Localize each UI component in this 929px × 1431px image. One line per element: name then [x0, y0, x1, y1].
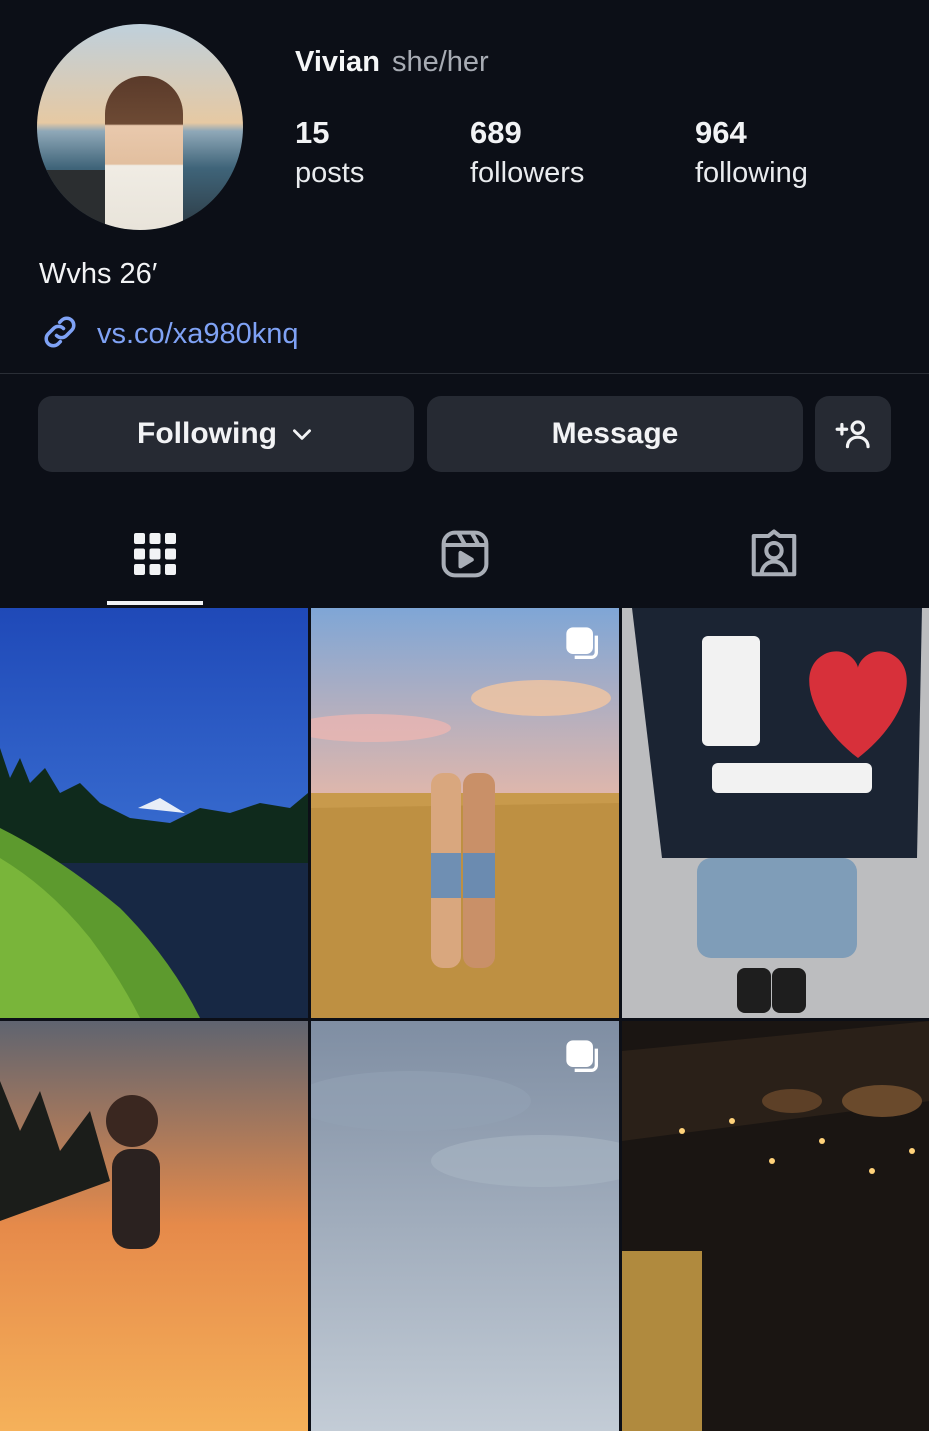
tab-active-indicator	[107, 601, 203, 605]
carousel-icon	[563, 1037, 603, 1082]
post-image-lake	[0, 608, 308, 1018]
add-user-icon	[834, 415, 872, 453]
post-image-restaurant	[622, 1021, 929, 1431]
message-label: Message	[551, 417, 679, 450]
profile-link[interactable]: vs.co/xa980knq	[39, 311, 299, 358]
grid-icon	[132, 531, 178, 577]
reels-icon	[438, 527, 492, 581]
header-divider	[0, 373, 929, 374]
profile-name-row: Vivian she/her	[295, 46, 489, 79]
tab-reels[interactable]	[435, 524, 495, 584]
avatar-person	[105, 76, 183, 230]
add-user-button[interactable]	[815, 396, 891, 472]
post-tile[interactable]	[622, 608, 929, 1018]
following-label: Following	[137, 417, 277, 450]
post-image-sunset	[0, 1021, 308, 1431]
post-image-field	[311, 608, 619, 1018]
profile-name: Vivian	[295, 46, 380, 78]
post-tile[interactable]	[622, 1021, 929, 1431]
profile-bio: Wvhs 26′	[39, 258, 158, 290]
tab-grid[interactable]	[125, 524, 185, 584]
message-button[interactable]: Message	[427, 396, 803, 472]
link-text[interactable]: vs.co/xa980knq	[97, 318, 299, 351]
post-tile[interactable]	[311, 608, 619, 1018]
profile-pronouns: she/her	[391, 46, 489, 78]
tagged-icon	[747, 527, 801, 581]
tab-tagged[interactable]	[744, 524, 804, 584]
stat-label: following	[695, 157, 808, 189]
stat-value: 15	[295, 115, 330, 150]
post-tile[interactable]	[0, 1021, 308, 1431]
stat-value: 689	[470, 115, 522, 150]
stat-label: posts	[295, 157, 365, 189]
stat-value: 964	[695, 115, 747, 150]
stat-label: followers	[470, 157, 585, 189]
profile-avatar[interactable]	[37, 24, 243, 230]
chevron-down-icon	[289, 421, 315, 447]
carousel-icon	[563, 624, 603, 669]
post-image-shirt	[622, 608, 929, 1018]
stat-following[interactable]: 964 following	[695, 113, 808, 193]
link-icon	[39, 311, 81, 358]
post-image-cloudy	[311, 1021, 619, 1431]
stat-posts[interactable]: 15 posts	[295, 113, 364, 193]
post-tile[interactable]	[311, 1021, 619, 1431]
following-button[interactable]: Following	[38, 396, 414, 472]
stat-followers[interactable]: 689 followers	[470, 113, 584, 193]
post-tile[interactable]	[0, 608, 308, 1018]
